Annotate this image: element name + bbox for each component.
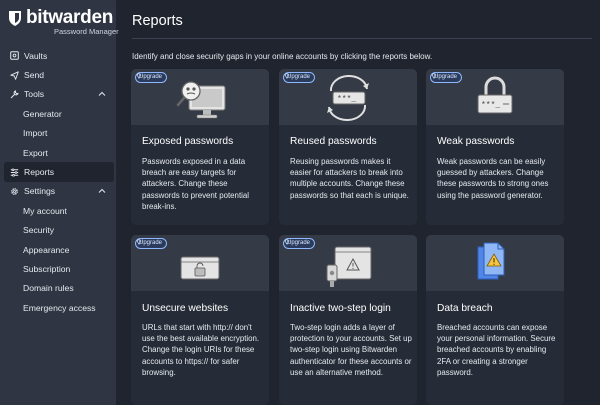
sidebar-item-label: Send	[24, 70, 45, 81]
upgrade-label: Upgrade	[139, 74, 163, 80]
sidebar-item-export[interactable]: Export	[0, 143, 116, 162]
card-body: Breached accounts can expose your person…	[437, 323, 556, 377]
card-body: Weak passwords can be easily guessed by …	[437, 157, 549, 200]
sidebar-item-label: Domain rules	[23, 283, 74, 294]
brand-name: bitwarden	[26, 7, 114, 28]
upgrade-label: Upgrade	[139, 240, 163, 246]
sidebar: bitwarden Password Manager Vaults Send T…	[0, 0, 119, 405]
title-divider	[132, 38, 592, 39]
sidebar-item-label: Appearance	[23, 244, 70, 255]
report-card-data-breach[interactable]: Data breach Breached accounts can expose…	[426, 235, 564, 405]
sidebar-nav: Vaults Send Tools Generator Import Expor…	[0, 46, 116, 317]
sidebar-item-label: My account	[23, 205, 67, 216]
bitwarden-shield-icon	[9, 11, 21, 26]
chevron-up-icon[interactable]	[98, 90, 106, 98]
diamond-icon	[431, 73, 437, 79]
card-body: Reusing passwords makes it easier for at…	[290, 157, 409, 200]
sidebar-item-settings[interactable]: Settings	[0, 182, 116, 201]
sidebar-item-label: Export	[23, 147, 48, 158]
upgrade-badge[interactable]: Upgrade	[135, 238, 168, 249]
sidebar-item-label: Generator	[23, 108, 62, 119]
upgrade-badge[interactable]: Upgrade	[283, 72, 316, 83]
report-card-inactive-two-step-login[interactable]: Upgrade Inactive two-step login Two-step…	[279, 235, 417, 405]
diamond-icon	[284, 239, 290, 245]
card-title: Weak passwords	[437, 136, 515, 147]
card-body: Two-step login adds a layer of protectio…	[290, 323, 412, 377]
sidebar-item-generator[interactable]: Generator	[0, 104, 116, 123]
card-title: Exposed passwords	[142, 136, 234, 147]
vault-icon	[10, 51, 19, 60]
reports-icon	[10, 168, 19, 177]
card-illustration	[426, 235, 564, 291]
svg-text:***_: ***_	[337, 95, 356, 104]
diamond-icon	[284, 73, 290, 79]
report-card-exposed-passwords[interactable]: Upgrade Exposed passwords Passwords expo…	[131, 69, 269, 225]
page-description: Identify and close security gaps in your…	[132, 52, 433, 61]
gear-icon	[10, 187, 19, 196]
chevron-up-icon[interactable]	[98, 187, 106, 195]
brand-subtitle: Password Manager	[54, 27, 119, 36]
sidebar-item-label: Emergency access	[23, 302, 96, 313]
wrench-icon	[10, 90, 19, 99]
brand-logo[interactable]: bitwarden Password Manager	[8, 7, 119, 36]
upgrade-badge[interactable]: Upgrade	[430, 72, 463, 83]
card-illustration: Upgrade	[131, 235, 269, 291]
sidebar-item-label: Reports	[24, 167, 55, 178]
report-card-reused-passwords[interactable]: ***_ Upgrade Reused passwords Reusing pa…	[279, 69, 417, 225]
upgrade-label: Upgrade	[434, 74, 458, 80]
page-title: Reports	[132, 13, 183, 29]
sidebar-item-label: Tools	[24, 89, 45, 100]
diamond-icon	[136, 239, 142, 245]
card-illustration: Upgrade	[279, 235, 417, 291]
sidebar-item-my-account[interactable]: My account	[0, 201, 116, 220]
sidebar-item-reports[interactable]: Reports	[4, 162, 114, 182]
upgrade-label: Upgrade	[287, 240, 311, 246]
main-content: Reports Identify and close security gaps…	[116, 0, 600, 405]
send-icon	[10, 70, 19, 80]
card-illustration: Upgrade	[131, 69, 269, 125]
diamond-icon	[136, 73, 142, 79]
sidebar-item-label: Security	[23, 225, 55, 236]
card-title: Inactive two-step login	[290, 303, 391, 314]
sidebar-item-security[interactable]: Security	[0, 221, 116, 240]
sidebar-item-label: Settings	[24, 186, 56, 197]
sidebar-item-vaults[interactable]: Vaults	[0, 46, 116, 65]
card-title: Unsecure websites	[142, 303, 229, 314]
card-body: Passwords exposed in a data breach are e…	[142, 157, 250, 211]
card-title: Data breach	[437, 303, 493, 314]
sidebar-item-appearance[interactable]: Appearance	[0, 240, 116, 259]
svg-text:***_: ***_	[481, 101, 500, 110]
card-illustration: ***_ Upgrade	[426, 69, 564, 125]
card-body: URLs that start with http:// don't use t…	[142, 323, 260, 377]
report-card-unsecure-websites[interactable]: Upgrade Unsecure websites URLs that star…	[131, 235, 269, 405]
upgrade-badge[interactable]: Upgrade	[135, 72, 168, 83]
upgrade-label: Upgrade	[287, 74, 311, 80]
sidebar-item-subscription[interactable]: Subscription	[0, 259, 116, 278]
report-card-weak-passwords[interactable]: ***_ Upgrade Weak passwords Weak passwor…	[426, 69, 564, 225]
sidebar-item-send[interactable]: Send	[0, 65, 116, 84]
sidebar-item-label: Import	[23, 128, 48, 139]
data-breach-illustration	[477, 242, 505, 280]
card-illustration: ***_ Upgrade	[279, 69, 417, 125]
sidebar-item-emergency-access[interactable]: Emergency access	[0, 298, 116, 317]
sidebar-item-label: Subscription	[23, 263, 71, 274]
sidebar-item-label: Vaults	[24, 50, 48, 61]
sidebar-item-import[interactable]: Import	[0, 124, 116, 143]
sidebar-item-domain-rules[interactable]: Domain rules	[0, 279, 116, 298]
sidebar-item-tools[interactable]: Tools	[0, 85, 116, 104]
upgrade-badge[interactable]: Upgrade	[283, 238, 316, 249]
card-title: Reused passwords	[290, 136, 377, 147]
